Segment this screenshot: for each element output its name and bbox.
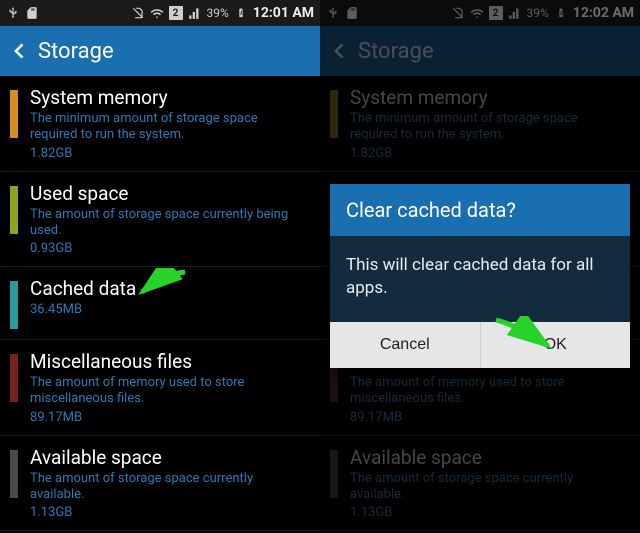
row-title: System memory xyxy=(30,86,306,109)
clock: 12:01 AM xyxy=(253,5,314,21)
back-icon[interactable] xyxy=(10,41,30,61)
cancel-button[interactable]: Cancel xyxy=(330,322,480,368)
row-size: 0.93GB xyxy=(30,241,306,256)
sim-slot-2-icon: 2 xyxy=(169,6,183,20)
row-size: 89.17MB xyxy=(30,410,306,425)
row-size: 36.45MB xyxy=(30,302,306,317)
storage-list: System memory The minimum amount of stor… xyxy=(0,76,320,531)
row-title: Available space xyxy=(30,446,306,469)
dialog-button-bar: Cancel OK xyxy=(330,322,630,368)
wifi-icon xyxy=(150,6,164,20)
row-title: Miscellaneous files xyxy=(30,350,306,373)
color-swatch xyxy=(10,90,18,138)
usb-icon xyxy=(6,6,20,20)
row-used-space[interactable]: Used space The amount of storage space c… xyxy=(0,172,320,268)
row-desc: The amount of storage space currently av… xyxy=(30,471,306,504)
row-desc: The amount of storage space currently be… xyxy=(30,207,306,240)
screen-storage-list: 2 39% 12:01 AM Storage System memory The… xyxy=(0,0,320,533)
battery-charging-icon xyxy=(234,6,248,20)
clear-cache-dialog: Clear cached data? This will clear cache… xyxy=(330,184,630,368)
row-size: 1.82GB xyxy=(30,146,306,161)
row-available-space[interactable]: Available space The amount of storage sp… xyxy=(0,436,320,532)
color-swatch xyxy=(10,354,18,402)
app-header: Storage xyxy=(0,26,320,76)
signal-icon xyxy=(188,6,202,20)
sd-card-icon xyxy=(25,6,39,20)
row-cached-data[interactable]: Cached data 36.45MB xyxy=(0,267,320,340)
dialog-body: This will clear cached data for all apps… xyxy=(330,236,630,322)
row-title: Cached data xyxy=(30,277,306,300)
color-swatch xyxy=(10,450,18,498)
page-title: Storage xyxy=(38,39,114,64)
ok-button[interactable]: OK xyxy=(480,322,631,368)
row-size: 1.13GB xyxy=(30,505,306,520)
screen-storage-dialog: 2 39% 12:02 AM Storage System memory The… xyxy=(320,0,640,533)
status-bar: 2 39% 12:01 AM xyxy=(0,0,320,26)
row-system-memory[interactable]: System memory The minimum amount of stor… xyxy=(0,76,320,172)
no-sim-icon xyxy=(131,6,145,20)
color-swatch xyxy=(10,281,18,329)
row-title: Used space xyxy=(30,182,306,205)
row-desc: The minimum amount of storage space requ… xyxy=(30,111,306,144)
dialog-title: Clear cached data? xyxy=(330,184,630,236)
row-desc: The amount of memory used to store misce… xyxy=(30,375,306,408)
color-swatch xyxy=(10,186,18,234)
battery-percent: 39% xyxy=(207,6,229,20)
row-misc-files[interactable]: Miscellaneous files The amount of memory… xyxy=(0,340,320,436)
